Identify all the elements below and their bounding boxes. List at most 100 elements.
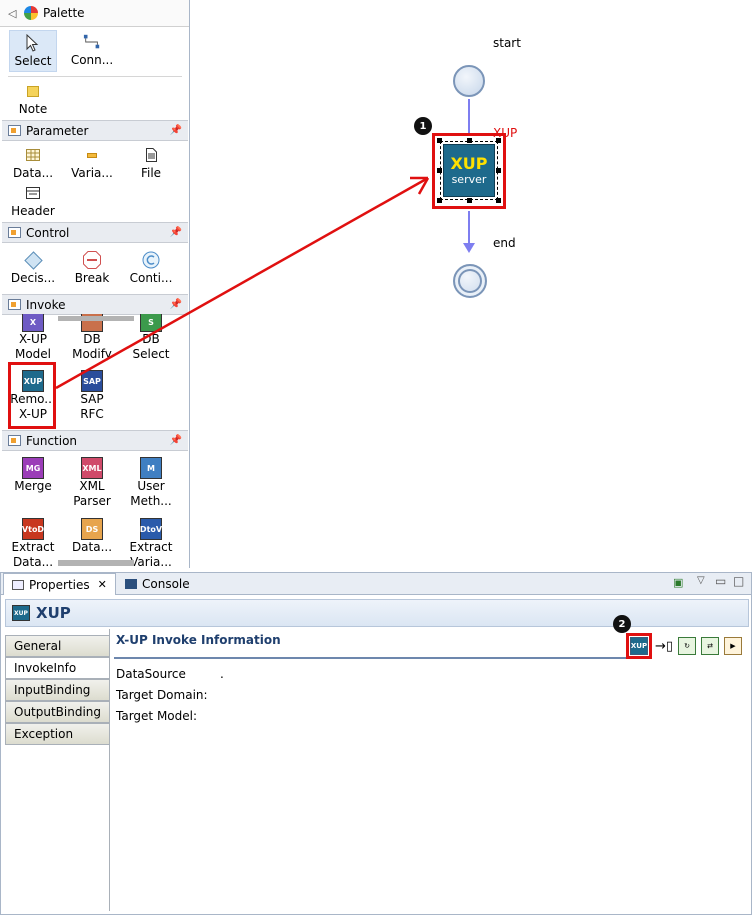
target-model-label: Target Model: [116, 709, 198, 723]
merge-label: Merge [14, 479, 52, 493]
xup-server-node[interactable]: XUP server [443, 144, 495, 197]
dataset-tool[interactable]: Data... [8, 146, 58, 181]
xup-model-icon: X [22, 314, 44, 332]
close-icon[interactable]: ✕ [98, 578, 107, 591]
continue-icon [142, 251, 160, 269]
run-icon[interactable]: ▶ [724, 637, 742, 655]
tab-console[interactable]: Console [117, 573, 198, 595]
merge-icon: MG [22, 457, 44, 479]
xml-parser-tool[interactable]: XML XML Parser [67, 457, 117, 509]
resize-handle[interactable] [437, 138, 442, 143]
pin-icon[interactable]: 📌 [170, 227, 182, 238]
sap-rfc-line2: RFC [80, 407, 104, 421]
db-select-line2: Select [132, 347, 170, 361]
callout-1-badge: 1 [414, 117, 432, 135]
resize-handle[interactable] [437, 198, 442, 203]
file-icon [142, 146, 160, 164]
db-select-tool[interactable]: S DB Select [126, 314, 176, 362]
group-icon [8, 227, 21, 238]
group-parameter[interactable]: Parameter 📌 [2, 120, 188, 141]
resize-handle[interactable] [467, 198, 472, 203]
file-tool[interactable]: File [126, 146, 176, 181]
method-icon: M [140, 457, 162, 479]
select-tool-label: Select [14, 54, 52, 68]
merge-tool[interactable]: MG Merge [8, 457, 58, 494]
user-method-tool[interactable]: M User Meth... [126, 457, 176, 509]
tab-properties[interactable]: Properties ✕ [3, 573, 116, 595]
xup-node-subtitle: server [451, 173, 487, 186]
variable-tool[interactable]: Varia... [67, 146, 117, 181]
side-tab-invokeinfo[interactable]: InvokeInfo [5, 657, 110, 679]
xup-node-title: XUP [450, 154, 488, 173]
sap-rfc-tool[interactable]: SAP SAP RFC [67, 370, 117, 422]
group-invoke[interactable]: Invoke 📌 [2, 294, 188, 315]
start-node[interactable] [453, 65, 485, 97]
resize-handle[interactable] [496, 138, 501, 143]
select-tool[interactable]: Select [9, 30, 57, 72]
minimize-icon[interactable]: ▭ [715, 574, 726, 588]
maximize-icon[interactable]: □ [733, 574, 744, 588]
properties-view: Properties ✕ Console ▣ ▽ ▭ □ XUP XUP Gen… [0, 572, 752, 915]
resize-handle[interactable] [496, 168, 501, 173]
xup-model-line1: X-UP [19, 332, 47, 346]
sap-icon: SAP [81, 370, 103, 392]
scroll-indicator[interactable] [58, 316, 134, 321]
target-domain-label: Target Domain: [116, 688, 208, 702]
section-divider [114, 657, 644, 659]
palette-title: Palette [43, 6, 85, 20]
highlight-xup-toolbar [626, 633, 652, 659]
group-icon [8, 435, 21, 446]
export-icon[interactable]: ⇄ [701, 637, 719, 655]
header-tool[interactable]: Header [8, 184, 58, 219]
group-icon [8, 125, 21, 136]
db-modify-tool[interactable]: DB Modify [67, 314, 117, 362]
resize-handle[interactable] [496, 198, 501, 203]
properties-title: XUP [36, 604, 71, 622]
group-control-title: Control [26, 225, 70, 240]
pin-view-icon[interactable]: ▣ [673, 576, 683, 589]
import-icon[interactable]: →▯ [655, 637, 673, 655]
pin-icon[interactable]: 📌 [170, 125, 182, 136]
header-icon [24, 184, 42, 202]
stop-icon [83, 251, 101, 269]
variable-label: Varia... [71, 166, 113, 180]
group-icon [8, 299, 21, 310]
xup-model-tool[interactable]: X X-UP Model [8, 314, 58, 362]
ds-loop-icon: DS [81, 518, 103, 540]
group-control[interactable]: Control 📌 [2, 222, 188, 243]
extract-data-tool[interactable]: VtoD Extract Data... [8, 518, 58, 568]
decision-tool[interactable]: Decis... [8, 250, 58, 286]
end-node[interactable] [453, 264, 487, 298]
palette-icon [24, 6, 38, 20]
pin-icon[interactable]: 📌 [170, 435, 182, 446]
resize-handle[interactable] [437, 168, 442, 173]
side-tab-exception[interactable]: Exception [5, 723, 110, 745]
group-function[interactable]: Function 📌 [2, 430, 188, 451]
group-function-title: Function [26, 433, 78, 448]
break-tool[interactable]: Break [67, 251, 117, 286]
connection-tool[interactable]: Conn... [66, 33, 118, 68]
pin-icon[interactable]: 📌 [170, 299, 182, 310]
side-tab-inputbinding[interactable]: InputBinding [5, 679, 110, 701]
xup-model-line2: Model [14, 347, 52, 361]
dataset-loop-tool[interactable]: DS Data... [67, 518, 117, 555]
side-tab-general[interactable]: General [5, 635, 110, 657]
tab-properties-label: Properties [29, 577, 90, 592]
cursor-icon [24, 34, 42, 52]
side-tab-outputbinding[interactable]: OutputBinding [5, 701, 110, 723]
continue-tool[interactable]: Conti... [126, 251, 176, 286]
arrow-down-icon [463, 243, 475, 253]
extract-data-line2: Data... [12, 555, 54, 568]
connection-icon [83, 33, 101, 51]
link-line-bottom [468, 211, 470, 245]
tab-console-label: Console [142, 577, 190, 591]
view-menu-icon[interactable]: ▽ [697, 575, 705, 586]
diagram-canvas[interactable]: start XUP XUP server 1 end [191, 0, 752, 568]
note-tool[interactable]: Note [8, 82, 58, 117]
chevron-left-icon[interactable]: ◁ [8, 7, 24, 20]
variable-icon [83, 146, 101, 164]
resize-handle[interactable] [467, 138, 472, 143]
refresh-icon[interactable]: ↻ [678, 637, 696, 655]
tool-divider [8, 76, 182, 77]
scroll-indicator-bottom[interactable] [58, 560, 134, 566]
